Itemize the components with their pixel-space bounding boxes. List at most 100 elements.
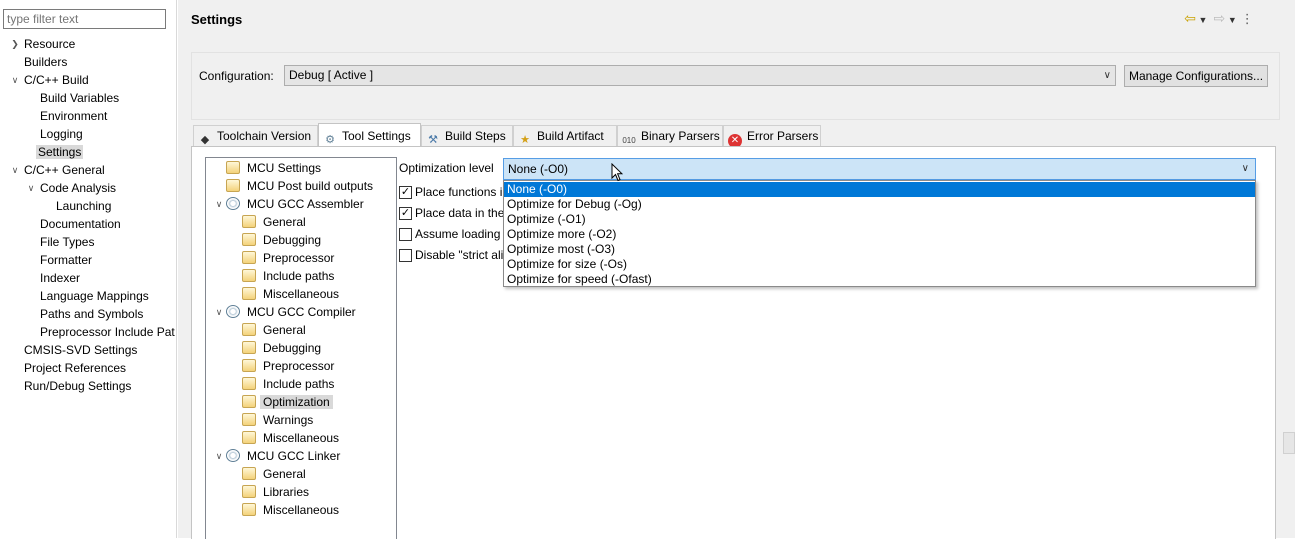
configuration-group [191, 52, 1280, 120]
chevron-down-icon[interactable]: ∨ [214, 195, 224, 213]
configuration-select[interactable]: Debug [ Active ] ∨ [284, 65, 1116, 86]
nav-item-documentation[interactable]: Documentation [38, 215, 123, 233]
tree-item-miscellaneous[interactable]: Miscellaneous [242, 429, 342, 447]
folder-settings-icon [242, 287, 256, 300]
tree-item-label: MCU Post build outputs [247, 179, 374, 193]
nav-item-environment[interactable]: Environment [38, 107, 109, 125]
tab-build-steps[interactable]: ⚒ Build Steps [421, 125, 513, 146]
nav-item-cpp-general[interactable]: ∨ C/C++ General [12, 161, 107, 179]
place-functions-checkbox[interactable]: ✓ [399, 186, 412, 199]
tree-item-warnings[interactable]: Warnings [242, 411, 316, 429]
nav-item-cmsis-svd-settings[interactable]: CMSIS-SVD Settings [22, 341, 139, 359]
nav-item-settings[interactable]: Settings [36, 143, 84, 161]
manage-configurations-button[interactable]: Manage Configurations... [1124, 65, 1268, 87]
nav-item-paths-and-symbols[interactable]: Paths and Symbols [38, 305, 145, 323]
scrollbar-thumb[interactable] [1283, 432, 1295, 454]
tree-item-label: Debugging [263, 233, 322, 247]
option-o0[interactable]: None (-O0) [504, 182, 1255, 197]
nav-item-run-debug-settings[interactable]: Run/Debug Settings [22, 377, 133, 395]
tree-item-optimization[interactable]: Optimization [242, 393, 333, 411]
nav-item-label: Logging [40, 127, 83, 141]
nav-item-launching[interactable]: Launching [54, 197, 113, 215]
tree-item-mcu-settings[interactable]: MCU Settings [226, 159, 324, 177]
nav-item-preprocessor-include-paths[interactable]: Preprocessor Include Pat [38, 323, 177, 341]
folder-settings-icon [242, 377, 256, 390]
tree-item-general[interactable]: General [242, 321, 309, 339]
tree-item-label: Miscellaneous [263, 431, 340, 445]
tree-item-mcu-post-build-outputs[interactable]: MCU Post build outputs [226, 177, 376, 195]
chevron-right-icon[interactable]: ❯ [9, 35, 21, 53]
folder-settings-icon [242, 503, 256, 516]
tab-tool-settings[interactable]: ⚙ Tool Settings [318, 123, 421, 146]
nav-item-language-mappings[interactable]: Language Mappings [38, 287, 151, 305]
tree-item-general[interactable]: General [242, 213, 309, 231]
nav-item-label: Documentation [40, 217, 121, 231]
tree-item-debugging[interactable]: Debugging [242, 231, 324, 249]
folder-settings-icon [242, 251, 256, 264]
tool-gear-icon [226, 305, 240, 318]
forward-menu-icon[interactable]: ▼ [1227, 15, 1237, 25]
nav-item-label: Paths and Symbols [40, 307, 144, 321]
tree-item-mcu-gcc-assembler[interactable]: ∨ MCU GCC Assembler [216, 195, 367, 213]
back-menu-icon[interactable]: ▼ [1198, 15, 1208, 25]
chevron-down-icon[interactable]: ∨ [25, 179, 37, 197]
nav-item-cpp-build[interactable]: ∨ C/C++ Build [12, 71, 91, 89]
option-o3[interactable]: Optimize most (-O3) [504, 242, 1255, 257]
chevron-down-icon[interactable]: ∨ [214, 447, 224, 465]
tree-item-include-paths[interactable]: Include paths [242, 375, 337, 393]
nav-item-builders[interactable]: Builders [22, 53, 69, 71]
tree-item-label: Preprocessor [263, 251, 335, 265]
tab-error-parsers[interactable]: ✕ Error Parsers [723, 125, 821, 148]
nav-item-label: Launching [56, 199, 112, 213]
chevron-down-icon[interactable]: ∨ [214, 303, 224, 321]
nav-item-code-analysis[interactable]: ∨ Code Analysis [28, 179, 118, 197]
nav-item-label: Settings [36, 145, 84, 159]
tab-binary-parsers[interactable]: 010 Binary Parsers [617, 125, 723, 146]
tree-item-debugging[interactable]: Debugging [242, 339, 324, 357]
place-data-label: Place data in the [415, 206, 505, 220]
tree-item-general[interactable]: General [242, 465, 309, 483]
option-og[interactable]: Optimize for Debug (-Og) [504, 197, 1255, 212]
tree-item-mcu-gcc-linker[interactable]: ∨ MCU GCC Linker [216, 447, 343, 465]
tree-item-preprocessor[interactable]: Preprocessor [242, 249, 337, 267]
chevron-down-icon[interactable]: ∨ [9, 161, 21, 179]
more-options-icon[interactable]: ⋮ [1241, 11, 1254, 27]
tree-item-label: Miscellaneous [263, 503, 340, 517]
tree-item-preprocessor[interactable]: Preprocessor [242, 357, 337, 375]
history-toolbar: ⇦ ▼ ⇨ ▼ ⋮ [1182, 10, 1254, 30]
tree-item-include-paths[interactable]: Include paths [242, 267, 337, 285]
option-os[interactable]: Optimize for size (-Os) [504, 257, 1255, 272]
nav-item-file-types[interactable]: File Types [38, 233, 96, 251]
forward-arrow-icon[interactable]: ⇨ [1211, 10, 1227, 27]
nav-item-resource[interactable]: ❯ Resource [11, 35, 77, 53]
tree-item-mcu-gcc-compiler[interactable]: ∨ MCU GCC Compiler [216, 303, 359, 321]
tab-build-artifact[interactable]: ★ Build Artifact [513, 125, 617, 146]
folder-settings-icon [242, 395, 256, 408]
tree-item-libraries[interactable]: Libraries [242, 483, 312, 501]
chevron-down-icon[interactable]: ∨ [9, 71, 21, 89]
tab-toolchain-version[interactable]: ◆ Toolchain Version [193, 125, 318, 146]
nav-item-label: Project References [24, 361, 127, 375]
tree-item-miscellaneous[interactable]: Miscellaneous [242, 285, 342, 303]
assume-loading-checkbox[interactable] [399, 228, 412, 241]
option-o2[interactable]: Optimize more (-O2) [504, 227, 1255, 242]
back-arrow-icon[interactable]: ⇦ [1182, 10, 1198, 27]
disable-strict-aliasing-checkbox[interactable] [399, 249, 412, 262]
nav-item-indexer[interactable]: Indexer [38, 269, 82, 287]
nav-item-project-references[interactable]: Project References [22, 359, 128, 377]
chip-icon: ◆ [200, 134, 210, 146]
nav-item-label: C/C++ General [24, 163, 105, 177]
option-o1[interactable]: Optimize (-O1) [504, 212, 1255, 227]
option-ofast[interactable]: Optimize for speed (-Ofast) [504, 272, 1255, 287]
folder-settings-icon [242, 341, 256, 354]
nav-item-label: Language Mappings [40, 289, 149, 303]
filter-input[interactable] [3, 9, 166, 29]
tree-item-miscellaneous[interactable]: Miscellaneous [242, 501, 342, 519]
place-data-checkbox[interactable]: ✓ [399, 207, 412, 220]
nav-item-build-variables[interactable]: Build Variables [38, 89, 121, 107]
tab-label: Build Artifact [537, 129, 604, 143]
configuration-value: Debug [ Active ] [289, 68, 374, 82]
nav-item-logging[interactable]: Logging [38, 125, 85, 143]
nav-item-formatter[interactable]: Formatter [38, 251, 94, 269]
mouse-cursor-icon [611, 163, 623, 182]
